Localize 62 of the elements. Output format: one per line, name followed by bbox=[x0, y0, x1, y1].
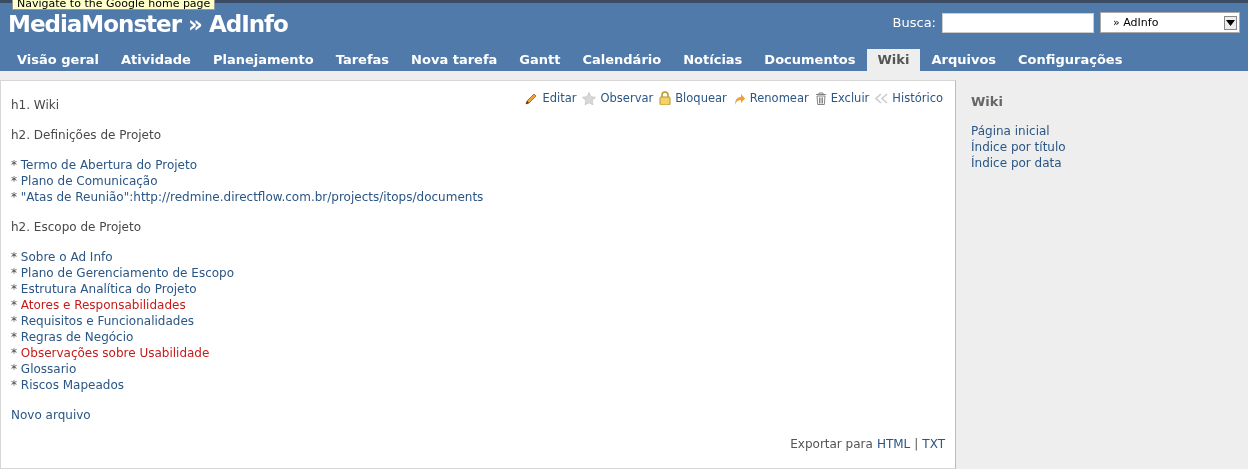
sidebar-link[interactable]: Índice por título bbox=[971, 140, 1066, 154]
wiki-page-link[interactable]: Estrutura Analítica do Projeto bbox=[20, 282, 197, 296]
bullet-marker: * bbox=[11, 330, 17, 344]
bullet-marker: * bbox=[11, 346, 17, 360]
search-field[interactable] bbox=[942, 12, 1094, 33]
wiki-page-link[interactable]: Observações sobre Usabilidade bbox=[20, 346, 210, 360]
nav-tab[interactable]: Documentos bbox=[753, 49, 867, 71]
nav-tab[interactable]: Calendário bbox=[571, 49, 673, 71]
separator: | bbox=[914, 437, 919, 451]
export-link[interactable]: TXT bbox=[922, 437, 945, 451]
search-label: Busca: bbox=[892, 15, 936, 30]
nav-tab[interactable]: Visão geral bbox=[6, 49, 111, 71]
nav-tab[interactable]: Arquivos bbox=[920, 49, 1008, 71]
wiki-page-link[interactable]: Sobre o Ad Info bbox=[20, 250, 113, 264]
wiki-page-link[interactable]: Atores e Responsabilidades bbox=[20, 298, 186, 312]
wiki-text: h2. Escopo de Projeto bbox=[11, 220, 142, 234]
wiki-page-link[interactable]: Plano de Gerenciamento de Escopo bbox=[20, 266, 235, 280]
bullet-marker: * bbox=[11, 190, 17, 204]
nav-tab[interactable]: Gantt bbox=[508, 49, 572, 71]
new-file-link[interactable]: Novo arquivo bbox=[11, 408, 91, 422]
action-link[interactable]: Bloquear bbox=[675, 91, 727, 105]
nav-tab[interactable]: Tarefas bbox=[324, 49, 401, 71]
wiki-text: h1. Wiki bbox=[11, 98, 60, 112]
nav-tab[interactable]: Planejamento bbox=[201, 49, 325, 71]
bullet-marker: * bbox=[11, 314, 17, 328]
bullet-marker: * bbox=[11, 362, 17, 376]
wiki-page-link[interactable]: Plano de Comunicação bbox=[20, 174, 158, 188]
wiki-page-link[interactable]: Riscos Mapeados bbox=[20, 378, 125, 392]
action-link[interactable]: Renomear bbox=[749, 91, 809, 105]
wiki-page-link[interactable]: Termo de Abertura do Projeto bbox=[20, 158, 197, 172]
bullet-marker: * bbox=[11, 158, 17, 172]
export-label: Exportar para bbox=[790, 437, 873, 451]
wiki-page-link[interactable]: Regras de Negócio bbox=[20, 330, 134, 344]
star-icon bbox=[582, 91, 597, 105]
padlock-icon bbox=[659, 91, 672, 105]
export-link[interactable]: HTML bbox=[876, 437, 911, 451]
nav-tab[interactable]: Nova tarefa bbox=[400, 49, 509, 71]
wiki-page-link[interactable]: Glossario bbox=[20, 362, 77, 376]
trash-icon bbox=[814, 91, 827, 105]
bullet-marker: * bbox=[11, 298, 17, 312]
sidebar-link[interactable]: Página inicial bbox=[971, 124, 1050, 138]
wiki-page-link[interactable]: Requisitos e Funcionalidades bbox=[20, 314, 195, 328]
nav-tab[interactable]: Wiki bbox=[866, 49, 921, 71]
nav-tab[interactable]: Configurações bbox=[1007, 49, 1134, 71]
sidebar-title: Wiki bbox=[971, 94, 1004, 109]
bullet-marker: * bbox=[11, 282, 17, 296]
nav-tab[interactable]: Notícias bbox=[672, 49, 754, 71]
nav-tab[interactable]: Atividade bbox=[110, 49, 202, 71]
sidebar-link[interactable]: Índice por data bbox=[971, 156, 1062, 170]
action-link[interactable]: Excluir bbox=[830, 91, 870, 105]
bullet-marker: * bbox=[11, 250, 17, 264]
action-link[interactable]: Histórico bbox=[892, 91, 943, 105]
action-link[interactable]: Editar bbox=[542, 91, 577, 105]
bullet-marker: * bbox=[11, 174, 17, 188]
pencil-icon bbox=[525, 91, 539, 105]
wiki-text: h2. Definições de Projeto bbox=[11, 128, 161, 142]
action-link[interactable]: Observar bbox=[600, 91, 654, 105]
bullet-marker: * bbox=[11, 378, 17, 392]
project-select[interactable]: » AdInfo bbox=[1100, 12, 1240, 33]
bullet-marker: * bbox=[11, 266, 17, 280]
double-left-arrow-icon bbox=[875, 92, 889, 104]
wiki-page-link[interactable]: "Atas de Reunião":http://redmine.directflow.com.br/projects/itops/documents bbox=[20, 190, 484, 204]
